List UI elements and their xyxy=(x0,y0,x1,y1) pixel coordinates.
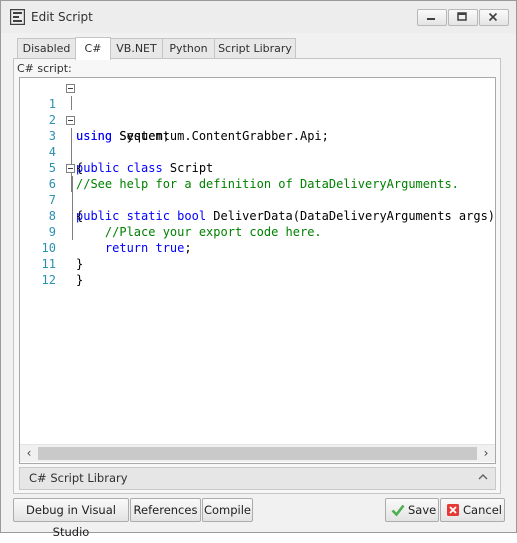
title-bar: Edit Script xyxy=(1,1,516,33)
save-label: Save xyxy=(408,503,437,517)
code-line: 5 //See help for a definition of DataDel… xyxy=(20,144,459,191)
line-text: return true; xyxy=(104,241,192,255)
code-line: 9 return true; xyxy=(20,208,192,255)
save-button[interactable]: Save xyxy=(385,498,439,522)
code-line: 2 using Sequentum.ContentGrabber.Api; xyxy=(20,96,329,143)
compile-button[interactable]: Compile xyxy=(202,498,253,522)
line-text: //Place your export code here. xyxy=(76,225,322,239)
scroll-right-icon[interactable]: › xyxy=(479,446,493,461)
code-line: 1 using System; xyxy=(20,80,170,143)
scrollbar-thumb[interactable] xyxy=(38,447,477,460)
scroll-left-icon[interactable]: ‹ xyxy=(22,446,36,461)
close-button[interactable] xyxy=(479,9,509,26)
horizontal-scrollbar[interactable]: ‹ › xyxy=(20,444,495,462)
edit-script-window: Edit Script Disabled C# VB.NET Python Sc… xyxy=(0,0,517,539)
line-text: public static bool DeliverData(DataDeliv… xyxy=(76,209,496,223)
fold-toggle-icon[interactable] xyxy=(66,164,75,173)
code-line: 10 } xyxy=(20,224,84,271)
line-number: 12 xyxy=(41,273,56,287)
tab-csharp[interactable]: C# xyxy=(75,37,111,60)
checkmark-icon xyxy=(391,504,405,517)
code-line: 7 { xyxy=(20,176,83,223)
chevron-up-icon[interactable] xyxy=(478,472,488,482)
app-logo-icon xyxy=(10,9,25,25)
code-line: 4 { xyxy=(20,128,83,175)
line-text: using Sequentum.ContentGrabber.Api; xyxy=(76,129,329,143)
cancel-icon xyxy=(447,504,459,516)
minimize-button[interactable] xyxy=(417,9,447,26)
fold-toggle-icon[interactable] xyxy=(66,84,75,93)
line-text: public class Script xyxy=(76,161,214,175)
minimize-icon xyxy=(427,18,435,20)
script-panel: C# script: 1 using System; 2 using Seque… xyxy=(13,58,501,494)
script-library-bar[interactable]: C# Script Library xyxy=(19,467,496,490)
fold-toggle-icon[interactable] xyxy=(66,116,75,125)
close-icon xyxy=(488,12,498,22)
tab-script-library[interactable]: Script Library xyxy=(214,38,296,59)
debug-in-visual-studio-button[interactable]: Debug in Visual Studio xyxy=(13,498,129,539)
code-line: 3 public class Script xyxy=(20,112,213,175)
code-line: 6 public static bool DeliverData(DataDel… xyxy=(20,160,495,223)
maximize-icon xyxy=(457,12,467,21)
window-title: Edit Script xyxy=(31,10,93,24)
tab-disabled[interactable]: Disabled xyxy=(17,38,76,59)
code-editor[interactable]: 1 using System; 2 using Sequentum.Conten… xyxy=(19,77,496,464)
code-line: 12 xyxy=(20,256,78,287)
script-label: C# script: xyxy=(17,62,72,75)
code-line: 8 //Place your export code here. xyxy=(20,192,322,239)
code-line: 11 } xyxy=(20,240,84,287)
cancel-label: Cancel xyxy=(463,503,502,517)
tab-python[interactable]: Python xyxy=(162,38,215,59)
tab-vbnet[interactable]: VB.NET xyxy=(110,38,163,59)
cancel-button[interactable]: Cancel xyxy=(440,498,505,522)
maximize-button[interactable] xyxy=(448,9,478,26)
references-button[interactable]: References xyxy=(130,498,201,522)
script-library-label: C# Script Library xyxy=(29,471,128,485)
line-text: //See help for a definition of DataDeliv… xyxy=(76,177,459,191)
